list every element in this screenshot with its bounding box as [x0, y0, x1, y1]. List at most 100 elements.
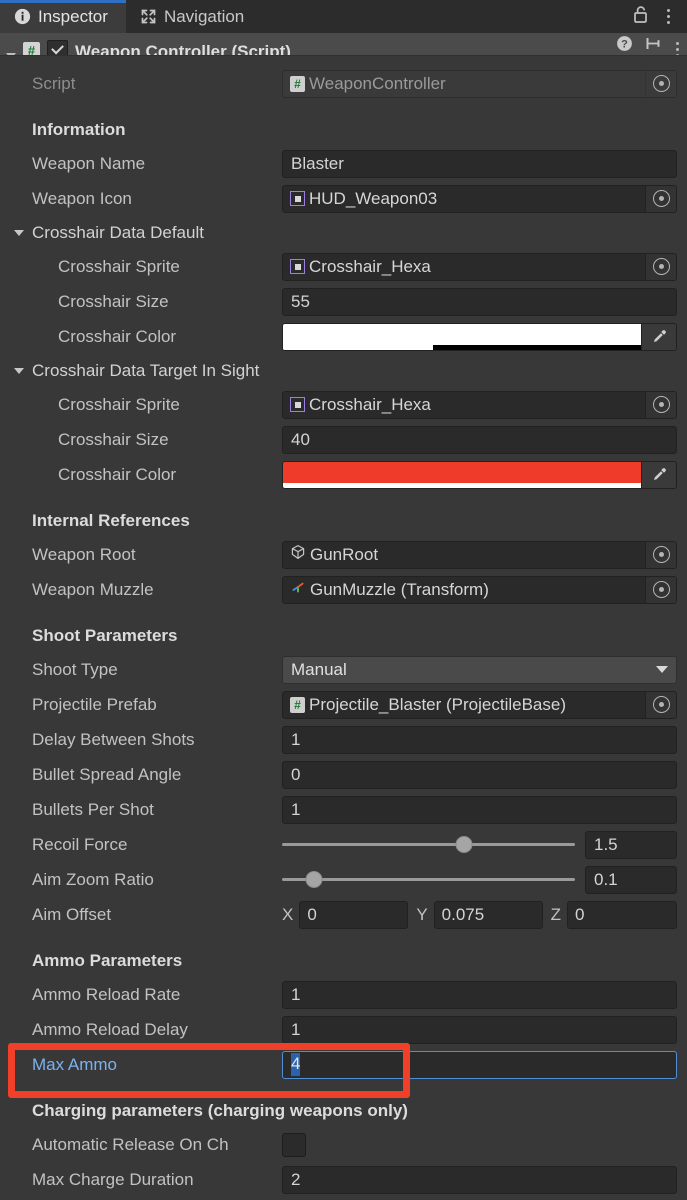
ammo-reload-delay-input[interactable]: 1 [282, 1015, 677, 1044]
slider-knob[interactable] [455, 836, 473, 853]
tab-navigation[interactable]: Navigation [126, 0, 262, 33]
recoil-force-slider[interactable] [282, 831, 575, 859]
color-swatch[interactable] [283, 323, 641, 350]
object-picker-icon[interactable] [645, 576, 676, 603]
aim-zoom-ratio-slider[interactable] [282, 866, 575, 894]
projectile-prefab-objectfield[interactable]: # Projectile_Blaster (ProjectileBase) [282, 690, 677, 719]
slider-knob[interactable] [305, 871, 323, 888]
row-delay-between-shots: Delay Between Shots 1 [0, 722, 687, 757]
bullets-per-shot-label: Bullets Per Shot [32, 799, 154, 819]
aim-offset-y-input[interactable]: 0.075 [433, 900, 543, 929]
max-ammo-input[interactable]: 4 [282, 1050, 677, 1079]
aim-zoom-ratio-label: Aim Zoom Ratio [32, 869, 154, 889]
weapon-root-label: Weapon Root [32, 544, 136, 564]
row-aim-zoom-ratio: Aim Zoom Ratio 0.1 [0, 862, 687, 897]
projectile-prefab-label: Projectile Prefab [32, 694, 157, 714]
unity-inspector-window: Inspector Navigation # Weapon Controller… [0, 0, 687, 1200]
object-picker-icon[interactable] [645, 391, 676, 418]
bullets-per-shot-input[interactable]: 1 [282, 795, 677, 824]
weapon-muzzle-objectfield[interactable]: GunMuzzle (Transform) [282, 575, 677, 604]
shoot-type-dropdown[interactable]: Manual [282, 655, 677, 684]
automatic-release-checkbox[interactable] [282, 1132, 306, 1157]
recoil-force-label: Recoil Force [32, 834, 128, 854]
aim-offset-z-input[interactable]: 0 [567, 900, 677, 929]
checkmark-icon [51, 41, 64, 55]
row-crosshair-default-size: Crosshair Size 55 [0, 284, 687, 319]
weapon-name-input[interactable]: Blaster [282, 149, 677, 178]
ammo-reload-rate-input[interactable]: 1 [282, 980, 677, 1009]
tab-navigation-label: Navigation [163, 6, 245, 26]
weapon-name-label: Weapon Name [32, 153, 146, 173]
section-header-ammo-parameters: Ammo Parameters [0, 944, 687, 977]
object-picker-icon[interactable] [645, 691, 676, 718]
crosshair-color-label: Crosshair Color [58, 326, 177, 346]
inspector-menu-button[interactable] [657, 5, 679, 29]
lock-inspector-button[interactable] [629, 5, 651, 29]
foldout-crosshair-data-default[interactable]: Crosshair Data Default [0, 216, 687, 249]
weapon-muzzle-label: Weapon Muzzle [32, 579, 154, 599]
slider-track [282, 878, 575, 881]
script-label: Script [32, 73, 76, 93]
section-title: Charging parameters (charging weapons on… [32, 1100, 408, 1120]
chevron-down-icon[interactable] [14, 229, 24, 236]
row-bullet-spread-angle: Bullet Spread Angle 0 [0, 757, 687, 792]
crosshair-size-input[interactable]: 40 [282, 425, 677, 454]
row-crosshair-target-sprite: Crosshair Sprite Crosshair_Hexa [0, 387, 687, 422]
eyedropper-icon[interactable] [641, 323, 676, 350]
aim-offset-z-label: Z [550, 904, 562, 924]
weapon-root-objectfield[interactable]: GunRoot [282, 540, 677, 569]
kebab-menu-icon[interactable] [676, 42, 679, 55]
foldout-crosshair-data-target-in-sight[interactable]: Crosshair Data Target In Sight [0, 354, 687, 387]
component-title: Weapon Controller (Script) [75, 42, 291, 56]
object-picker-icon[interactable] [645, 253, 676, 280]
component-header-weapon-controller[interactable]: # Weapon Controller (Script) ? [0, 33, 687, 56]
preset-icon[interactable] [645, 35, 664, 55]
delay-between-shots-input[interactable]: 1 [282, 725, 677, 754]
row-max-charge-duration: Max Charge Duration 2 [0, 1162, 687, 1197]
row-bullets-per-shot: Bullets Per Shot 1 [0, 792, 687, 827]
object-picker-icon[interactable] [645, 541, 676, 568]
max-ammo-value: 4 [291, 1053, 301, 1076]
tab-inspector[interactable]: Inspector [0, 0, 126, 33]
object-picker-icon[interactable] [645, 70, 676, 97]
row-weapon-root: Weapon Root GunRoot [0, 537, 687, 572]
aim-offset-x-input[interactable]: 0 [299, 900, 409, 929]
section-title: Shoot Parameters [32, 625, 178, 645]
crosshair-size-input[interactable]: 55 [282, 287, 677, 316]
foldout-label: Crosshair Data Default [32, 222, 204, 242]
ammo-reload-delay-label: Ammo Reload Delay [32, 1019, 188, 1039]
crosshair-sprite-objectfield[interactable]: Crosshair_Hexa [282, 252, 677, 281]
section-header-information: Information [0, 113, 687, 146]
recoil-force-input[interactable]: 1.5 [585, 830, 677, 859]
max-charge-duration-input[interactable]: 2 [282, 1165, 677, 1194]
weapon-icon-objectfield[interactable]: HUD_Weapon03 [282, 184, 677, 213]
section-header-charging-parameters: Charging parameters (charging weapons on… [0, 1094, 687, 1127]
color-swatch[interactable] [283, 461, 641, 488]
crosshair-sprite-objectfield[interactable]: Crosshair_Hexa [282, 390, 677, 419]
eyedropper-icon[interactable] [641, 461, 676, 488]
chevron-down-icon[interactable] [14, 367, 24, 374]
crosshair-size-label: Crosshair Size [58, 291, 169, 311]
aim-zoom-ratio-value: 0.1 [594, 869, 618, 889]
crosshair-color-field[interactable] [282, 322, 677, 351]
sprite-icon [290, 259, 305, 274]
component-enabled-checkbox[interactable] [47, 40, 68, 55]
aim-zoom-ratio-input[interactable]: 0.1 [585, 865, 677, 894]
shoot-type-label: Shoot Type [32, 659, 118, 679]
section-title: Internal References [32, 510, 190, 530]
delay-between-shots-value: 1 [291, 729, 301, 749]
object-picker-icon[interactable] [645, 185, 676, 212]
ammo-reload-delay-value: 1 [291, 1019, 301, 1039]
cs-script-icon: # [290, 75, 305, 92]
help-icon[interactable]: ? [616, 35, 633, 55]
section-header-shoot-parameters: Shoot Parameters [0, 619, 687, 652]
recoil-force-value: 1.5 [594, 834, 618, 854]
row-crosshair-default-sprite: Crosshair Sprite Crosshair_Hexa [0, 249, 687, 284]
aim-offset-y-value: 0.075 [441, 904, 485, 924]
automatic-release-label: Automatic Release On Ch [32, 1134, 229, 1154]
crosshair-sprite-label: Crosshair Sprite [58, 394, 180, 414]
crosshair-color-field[interactable] [282, 460, 677, 489]
bullet-spread-angle-input[interactable]: 0 [282, 760, 677, 789]
